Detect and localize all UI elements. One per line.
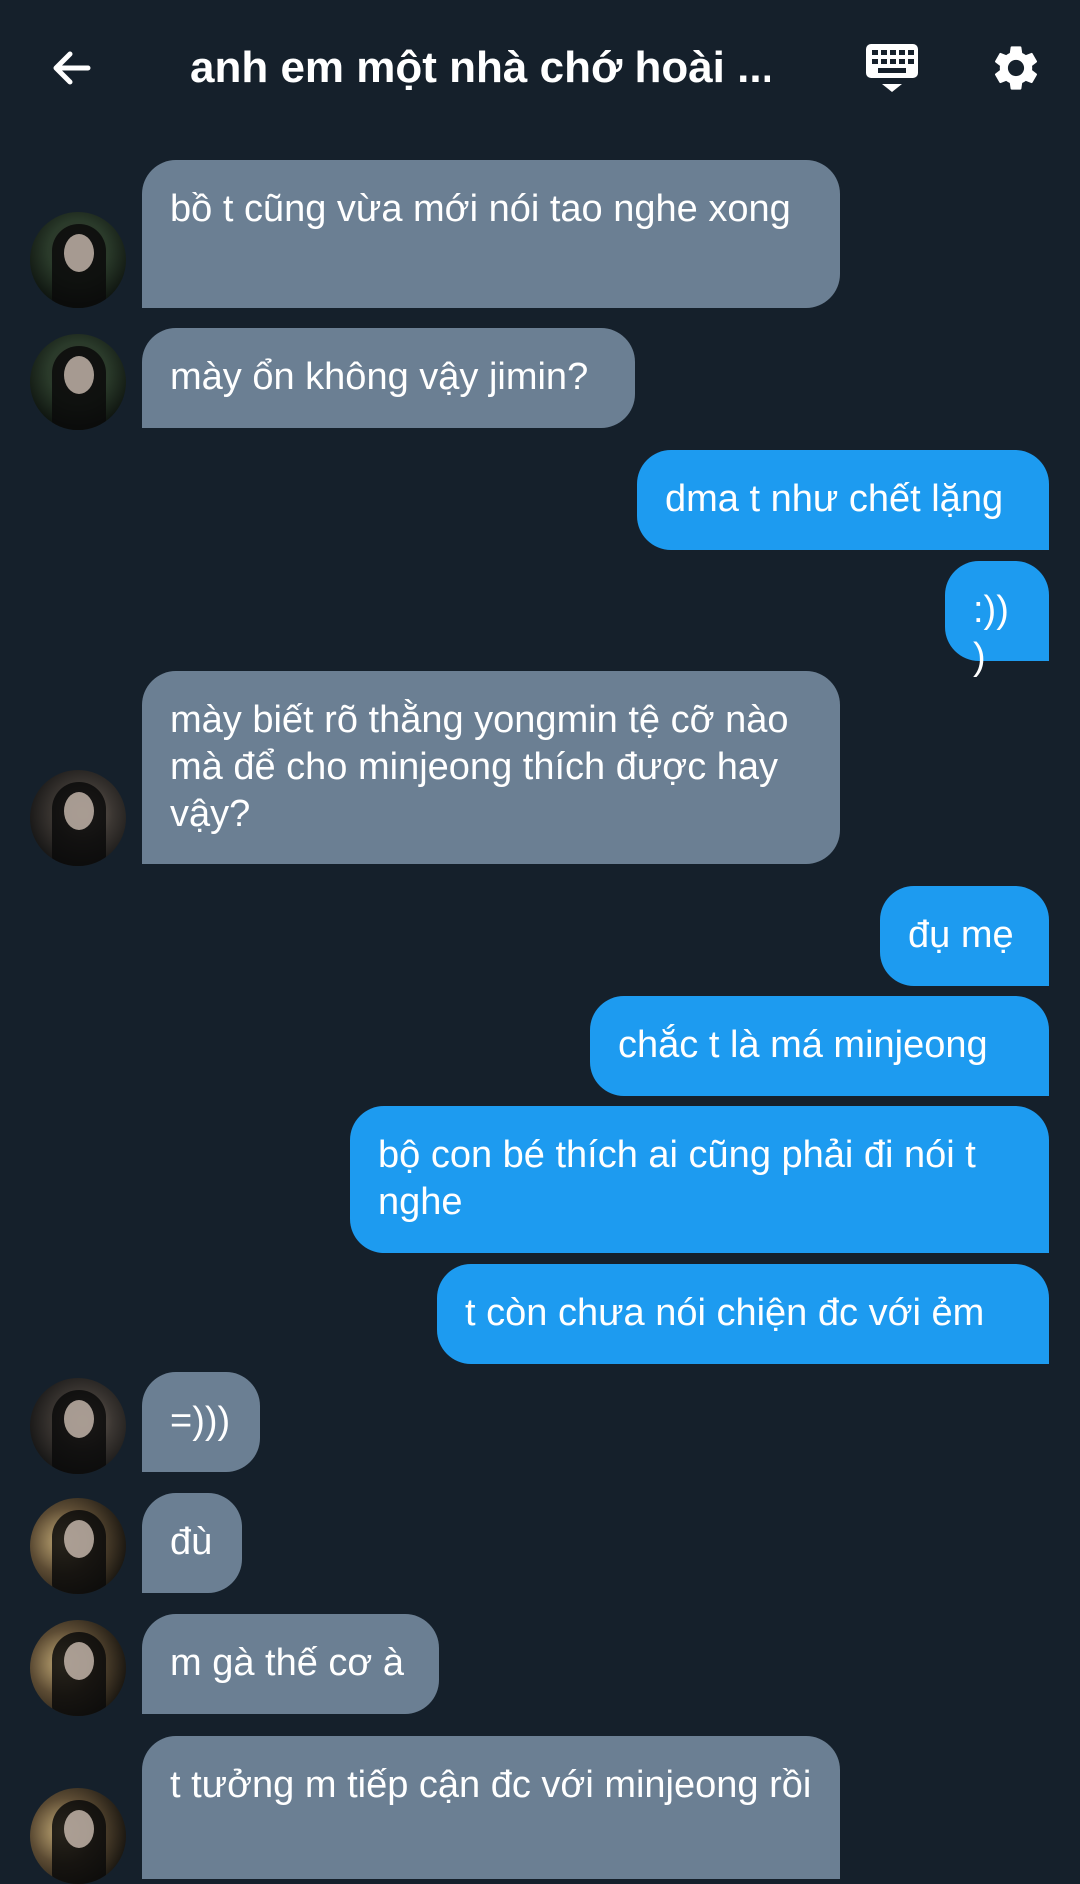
message-text: t tưởng m tiếp cận đc với minjeong rồi [170, 1764, 812, 1806]
avatar[interactable] [30, 1498, 126, 1594]
message-text: bộ con bé thích ai cũng phải đi nói t ng… [378, 1134, 976, 1223]
message-bubble-incoming[interactable]: mày ổn không vậy jimin? [142, 328, 635, 428]
message-bubble-outgoing[interactable]: chắc t là má minjeong [590, 996, 1049, 1096]
message-bubble-incoming[interactable]: m gà thế cơ à [142, 1614, 439, 1714]
message-bubble-outgoing[interactable]: đụ mẹ [880, 886, 1049, 986]
message-text: mày biết rõ thằng yongmin tệ cỡ nào mà đ… [170, 699, 789, 835]
message-text: chắc t là má minjeong [618, 1024, 988, 1066]
avatar[interactable] [30, 1620, 126, 1716]
message-bubble-incoming[interactable]: t tưởng m tiếp cận đc với minjeong rồi [142, 1736, 840, 1879]
message-text: bồ t cũng vừa mới nói tao nghe xong [170, 188, 791, 230]
message-text: mày ổn không vậy jimin? [170, 356, 589, 398]
message-text: dma t như chết lặng [665, 478, 1004, 520]
avatar[interactable] [30, 334, 126, 430]
avatar[interactable] [30, 212, 126, 308]
message-bubble-outgoing[interactable]: bộ con bé thích ai cũng phải đi nói t ng… [350, 1106, 1049, 1253]
message-bubble-incoming[interactable]: mày biết rõ thằng yongmin tệ cỡ nào mà đ… [142, 671, 840, 864]
message-text: m gà thế cơ à [170, 1642, 405, 1684]
message-bubble-incoming[interactable]: =))) [142, 1372, 260, 1472]
message-text: đụ mẹ [908, 914, 1014, 956]
avatar[interactable] [30, 1378, 126, 1474]
message-bubble-incoming[interactable]: đù [142, 1493, 242, 1593]
avatar[interactable] [30, 1788, 126, 1884]
message-text: :))) [973, 589, 1009, 678]
message-text: =))) [170, 1400, 231, 1442]
message-bubble-incoming[interactable]: bồ t cũng vừa mới nói tao nghe xong [142, 160, 840, 308]
avatar[interactable] [30, 770, 126, 866]
message-text: t còn chưa nói chiện đc với ẻm [465, 1292, 985, 1334]
message-text: đù [170, 1521, 213, 1563]
message-bubble-outgoing[interactable]: :))) [945, 561, 1049, 678]
message-bubble-outgoing[interactable]: t còn chưa nói chiện đc với ẻm [437, 1264, 1049, 1364]
message-bubble-outgoing[interactable]: dma t như chết lặng [637, 450, 1049, 550]
message-thread: bồ t cũng vừa mới nói tao nghe xong mày … [0, 0, 1080, 1884]
